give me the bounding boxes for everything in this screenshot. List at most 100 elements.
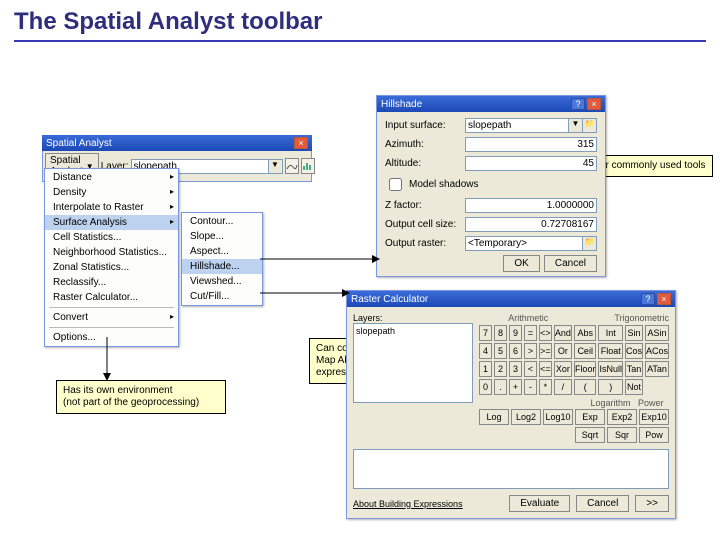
key-Sqr[interactable]: Sqr bbox=[607, 427, 637, 443]
close-icon[interactable]: × bbox=[294, 137, 308, 149]
submenu-viewshed[interactable]: Viewshed... bbox=[182, 274, 262, 289]
chevron-down-icon[interactable]: ▼ bbox=[569, 118, 583, 133]
arrow-hillshade bbox=[260, 255, 380, 263]
azimuth-field[interactable] bbox=[465, 137, 597, 152]
key-+[interactable]: + bbox=[509, 379, 522, 395]
menu-surface-analysis[interactable]: Surface Analysis bbox=[45, 215, 178, 230]
key-Float[interactable]: Float bbox=[598, 343, 623, 359]
key-Exp10[interactable]: Exp10 bbox=[639, 409, 669, 425]
key-.[interactable]: . bbox=[494, 379, 507, 395]
key-Tan[interactable]: Tan bbox=[625, 361, 643, 377]
model-shadows-checkbox[interactable] bbox=[389, 178, 402, 191]
browse-icon[interactable]: 📁 bbox=[583, 118, 597, 133]
key-3[interactable]: 3 bbox=[509, 361, 522, 377]
menu-convert[interactable]: Convert bbox=[45, 310, 178, 325]
contour-tool-icon[interactable] bbox=[285, 158, 299, 174]
key-8[interactable]: 8 bbox=[494, 325, 507, 341]
key--[interactable]: - bbox=[524, 379, 537, 395]
key-Exp[interactable]: Exp bbox=[575, 409, 605, 425]
key-=[interactable]: = bbox=[524, 325, 537, 341]
key-Floor[interactable]: Floor bbox=[574, 361, 597, 377]
key-Sqrt[interactable]: Sqrt bbox=[575, 427, 605, 443]
key-Xor[interactable]: Xor bbox=[554, 361, 572, 377]
key-Log[interactable]: Log bbox=[479, 409, 509, 425]
menu-zonal-stats[interactable]: Zonal Statistics... bbox=[45, 260, 178, 275]
close-icon[interactable]: × bbox=[657, 293, 671, 305]
key-)[interactable]: ) bbox=[598, 379, 623, 395]
menu-distance[interactable]: Distance bbox=[45, 170, 178, 185]
layer-list-item[interactable]: slopepath bbox=[356, 326, 470, 336]
key-Log2[interactable]: Log2 bbox=[511, 409, 541, 425]
key-([interactable]: ( bbox=[574, 379, 597, 395]
key-Sin[interactable]: Sin bbox=[625, 325, 643, 341]
key-ACos[interactable]: ACos bbox=[645, 343, 669, 359]
key-Cos[interactable]: Cos bbox=[625, 343, 643, 359]
menu-options[interactable]: Options... bbox=[45, 330, 178, 345]
key-7[interactable]: 7 bbox=[479, 325, 492, 341]
menu-cell-stats[interactable]: Cell Statistics... bbox=[45, 230, 178, 245]
menu-interpolate[interactable]: Interpolate to Raster bbox=[45, 200, 178, 215]
histogram-tool-icon[interactable] bbox=[301, 158, 315, 174]
key-IsNull[interactable]: IsNull bbox=[598, 361, 623, 377]
cancel-button[interactable]: Cancel bbox=[544, 255, 597, 272]
hillshade-body: Input surface: ▼📁 Azimuth: Altitude: Mod… bbox=[377, 112, 605, 276]
key-Exp2[interactable]: Exp2 bbox=[607, 409, 637, 425]
key-Int[interactable]: Int bbox=[598, 325, 623, 341]
menu-raster-calculator[interactable]: Raster Calculator... bbox=[45, 290, 178, 305]
submenu-slope[interactable]: Slope... bbox=[182, 229, 262, 244]
callout-env-l2: (not part of the geoprocessing) bbox=[63, 397, 219, 409]
layers-listbox[interactable]: slopepath bbox=[353, 323, 473, 403]
outraster-label: Output raster: bbox=[385, 238, 465, 249]
key-Log10[interactable]: Log10 bbox=[543, 409, 573, 425]
input-surface-field[interactable] bbox=[465, 118, 569, 133]
key-<=[interactable]: <= bbox=[539, 361, 552, 377]
key-And[interactable]: And bbox=[554, 325, 572, 341]
altitude-field[interactable] bbox=[465, 156, 597, 171]
close-icon[interactable]: × bbox=[587, 98, 601, 110]
key-Abs[interactable]: Abs bbox=[574, 325, 597, 341]
key-0[interactable]: 0 bbox=[479, 379, 492, 395]
help-icon[interactable]: ? bbox=[571, 98, 585, 110]
raster-calculator-dialog: Raster Calculator ? × Layers: slopepath … bbox=[346, 290, 676, 519]
key-<[interactable]: < bbox=[524, 361, 537, 377]
cellsize-field[interactable] bbox=[465, 217, 597, 232]
key-5[interactable]: 5 bbox=[494, 343, 507, 359]
key-*[interactable]: * bbox=[539, 379, 552, 395]
key-Pow[interactable]: Pow bbox=[639, 427, 669, 443]
key-ASin[interactable]: ASin bbox=[645, 325, 669, 341]
key-6[interactable]: 6 bbox=[509, 343, 522, 359]
key-/[interactable]: / bbox=[554, 379, 572, 395]
key-Or[interactable]: Or bbox=[554, 343, 572, 359]
layer-chevron-down-icon[interactable]: ▼ bbox=[269, 159, 283, 174]
submenu-contour[interactable]: Contour... bbox=[182, 214, 262, 229]
key-<>[interactable]: <> bbox=[539, 325, 552, 341]
key-Ceil[interactable]: Ceil bbox=[574, 343, 597, 359]
outraster-field[interactable] bbox=[465, 236, 583, 251]
key-9[interactable]: 9 bbox=[509, 325, 522, 341]
cancel-button[interactable]: Cancel bbox=[576, 495, 629, 512]
layers-label: Layers: bbox=[353, 313, 473, 323]
menu-density[interactable]: Density bbox=[45, 185, 178, 200]
zfactor-field[interactable] bbox=[465, 198, 597, 213]
key-ATan[interactable]: ATan bbox=[645, 361, 669, 377]
expression-input[interactable] bbox=[353, 449, 669, 489]
submenu-aspect[interactable]: Aspect... bbox=[182, 244, 262, 259]
about-link[interactable]: About Building Expressions bbox=[353, 499, 463, 509]
submenu-cutfill[interactable]: Cut/Fill... bbox=[182, 289, 262, 304]
key-4[interactable]: 4 bbox=[479, 343, 492, 359]
key-Not[interactable]: Not bbox=[625, 379, 643, 395]
help-icon[interactable]: ? bbox=[641, 293, 655, 305]
key-2[interactable]: 2 bbox=[494, 361, 507, 377]
key->=[interactable]: >= bbox=[539, 343, 552, 359]
menu-reclassify[interactable]: Reclassify... bbox=[45, 275, 178, 290]
ok-button[interactable]: OK bbox=[503, 255, 539, 272]
toolbar-title: Spatial Analyst bbox=[46, 138, 112, 149]
submenu-hillshade[interactable]: Hillshade... bbox=[182, 259, 262, 274]
log-group-label: Logarithm bbox=[590, 398, 630, 408]
evaluate-button[interactable]: Evaluate bbox=[509, 495, 570, 512]
menu-neighborhood-stats[interactable]: Neighborhood Statistics... bbox=[45, 245, 178, 260]
more-button[interactable]: >> bbox=[635, 495, 669, 512]
key-1[interactable]: 1 bbox=[479, 361, 492, 377]
browse-icon[interactable]: 📁 bbox=[583, 236, 597, 251]
key->[interactable]: > bbox=[524, 343, 537, 359]
